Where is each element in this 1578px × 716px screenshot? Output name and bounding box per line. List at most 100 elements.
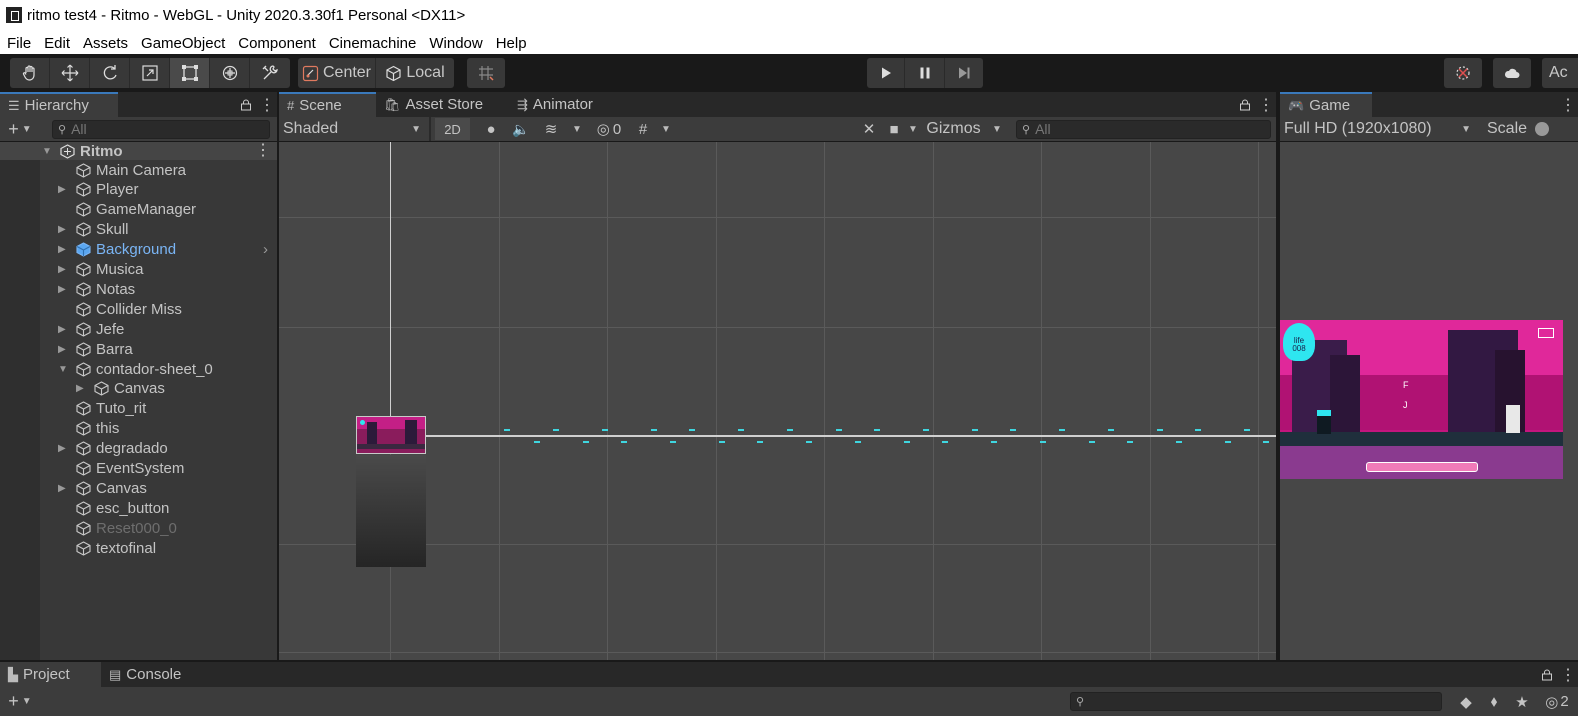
transform-tool-button[interactable] [210, 58, 250, 88]
expand-arrow-right-icon[interactable]: ▶ [58, 224, 70, 235]
scene-view[interactable] [279, 142, 1276, 660]
hierarchy-item[interactable]: ▶ Jefe [58, 319, 124, 339]
expand-arrow-right-icon[interactable]: ▶ [58, 344, 70, 355]
game-menu-button[interactable]: ⋮ [1558, 92, 1578, 117]
step-button[interactable] [945, 58, 983, 88]
hierarchy-item[interactable]: Collider Miss [58, 299, 182, 319]
menu-gameobject[interactable]: GameObject [134, 35, 231, 52]
project-create-button[interactable]: + ▼ [0, 690, 40, 714]
scale-slider[interactable] [1535, 122, 1550, 136]
rotate-tool-button[interactable] [90, 58, 130, 88]
hierarchy-item[interactable]: ▼ contador-sheet_0 [58, 359, 213, 379]
expand-arrow-right-icon[interactable]: ▶ [58, 244, 70, 255]
expand-arrow-right-icon[interactable]: ▶ [58, 184, 70, 195]
favorites-button[interactable]: ★ [1508, 690, 1536, 714]
draw-mode-dropdown[interactable]: Shaded ▼ [279, 117, 429, 141]
audio-toggle[interactable]: 🔈 [506, 117, 536, 141]
effects-toggle[interactable]: ≋ [536, 117, 566, 141]
pivot-mode-button[interactable]: Center [298, 58, 376, 88]
expand-arrow-right-icon[interactable]: ▶ [58, 443, 70, 454]
cloud-button[interactable] [1493, 58, 1531, 88]
hierarchy-item[interactable]: ▶ Background › [58, 240, 268, 260]
scene-search[interactable]: ⚲ All [1016, 119, 1271, 139]
menu-help[interactable]: Help [489, 35, 533, 52]
expand-arrow-down-icon[interactable]: ▼ [58, 364, 70, 375]
hierarchy-item[interactable]: ▶ Barra [58, 339, 133, 359]
menu-edit[interactable]: Edit [37, 35, 76, 52]
hierarchy-item[interactable]: Tuto_rit [58, 399, 146, 419]
account-button[interactable]: Ac [1542, 58, 1578, 88]
tab-asset-store[interactable]: 🛍 Asset Store [376, 92, 509, 117]
expand-arrow-right-icon[interactable]: ▶ [58, 264, 70, 275]
tab-hierarchy[interactable]: ☰ Hierarchy [0, 92, 118, 117]
component-tools-button[interactable]: ✕ [855, 117, 883, 141]
game-view[interactable]: life 008 F J [1280, 142, 1578, 660]
grid-toggle[interactable]: # [630, 117, 656, 141]
hidden-packages-button[interactable]: ◎ 2 [1536, 690, 1578, 714]
hierarchy-item[interactable]: ▶ degradado [58, 439, 168, 459]
grid-dropdown[interactable]: ▼ [656, 117, 676, 141]
hierarchy-item[interactable]: ▶ Canvas [58, 478, 147, 498]
gizmos-button[interactable]: Gizmos [921, 117, 986, 141]
hierarchy-item[interactable]: ▶ Canvas [76, 379, 165, 399]
lighting-toggle[interactable]: ● [476, 117, 506, 141]
filter-type-button[interactable]: ◆ [1452, 690, 1480, 714]
hierarchy-item[interactable]: esc_button [58, 498, 169, 518]
pivot-rotation-button[interactable]: Local [376, 58, 454, 88]
tab-scene[interactable]: # Scene [279, 92, 376, 117]
hierarchy-item[interactable]: Reset000_0 [58, 518, 177, 538]
hierarchy-item[interactable]: ▶ Skull [58, 220, 129, 240]
effects-dropdown[interactable]: ▼ [566, 117, 588, 141]
hierarchy-menu-button[interactable]: ⋮ [257, 92, 277, 117]
expand-arrow-right-icon[interactable]: ▶ [58, 324, 70, 335]
hierarchy-item[interactable]: textofinal [58, 538, 156, 558]
hierarchy-item[interactable]: ▶ Player [58, 180, 139, 200]
hierarchy-item[interactable]: ▶ Musica [58, 260, 144, 280]
camera-dropdown[interactable]: ▼ [905, 117, 921, 141]
menu-window[interactable]: Window [422, 35, 488, 52]
project-search[interactable]: ⚲ [1070, 692, 1442, 711]
pause-button[interactable] [905, 58, 945, 88]
lock-button[interactable] [235, 92, 257, 117]
scene-lock-button[interactable] [1234, 92, 1256, 117]
project-lock-button[interactable] [1536, 662, 1558, 687]
create-button[interactable]: + ▼ [0, 117, 40, 141]
expand-arrow-right-icon[interactable]: ▶ [58, 483, 70, 494]
filter-label-button[interactable]: ⬧ [1480, 690, 1508, 714]
expand-arrow-right-icon[interactable]: ▶ [76, 383, 88, 394]
hand-tool-button[interactable] [10, 58, 50, 88]
tab-console[interactable]: ▤ Console [101, 662, 201, 687]
menu-cinemachine[interactable]: Cinemachine [322, 35, 423, 52]
scene-menu-button[interactable]: ⋮ [1256, 92, 1276, 117]
move-tool-button[interactable] [50, 58, 90, 88]
hierarchy-item[interactable]: Main Camera [58, 160, 186, 180]
hierarchy-item[interactable]: EventSystem [58, 459, 184, 479]
menu-component[interactable]: Component [231, 35, 322, 52]
camera-settings-button[interactable]: ■ [883, 117, 905, 141]
menu-file[interactable]: File [0, 35, 37, 52]
scene-row[interactable]: ▼ Ritmo [42, 141, 123, 161]
hierarchy-item[interactable]: GameManager [58, 200, 196, 220]
tab-game[interactable]: 🎮 Game [1280, 92, 1372, 117]
play-button[interactable] [867, 58, 905, 88]
chevron-right-icon[interactable]: › [263, 241, 268, 258]
collab-button[interactable] [1444, 58, 1482, 88]
custom-tool-button[interactable] [250, 58, 290, 88]
scene-visibility-toggle[interactable]: ◎ 0 [588, 117, 630, 141]
project-menu-button[interactable]: ⋮ [1558, 662, 1578, 687]
resolution-dropdown[interactable]: Full HD (1920x1080) ▼ [1280, 117, 1477, 141]
2d-mode-toggle[interactable]: 2D [435, 118, 470, 140]
menu-assets[interactable]: Assets [76, 35, 134, 52]
gizmos-dropdown[interactable]: ▼ [986, 117, 1008, 141]
rect-tool-button[interactable] [170, 58, 210, 88]
hierarchy-item[interactable]: ▶ Notas [58, 279, 135, 299]
hierarchy-search[interactable]: ⚲ All [52, 119, 270, 139]
grid-snap-button[interactable] [467, 58, 505, 88]
tab-animator[interactable]: ⇶ Animator [509, 92, 619, 117]
gameobject-cube-icon [76, 441, 91, 456]
scale-tool-button[interactable] [130, 58, 170, 88]
expand-arrow-right-icon[interactable]: ▶ [58, 284, 70, 295]
hierarchy-item[interactable]: this [58, 419, 119, 439]
tab-project[interactable]: ▙ Project [0, 662, 101, 687]
scene-menu-icon[interactable]: ⋮ [255, 142, 271, 160]
